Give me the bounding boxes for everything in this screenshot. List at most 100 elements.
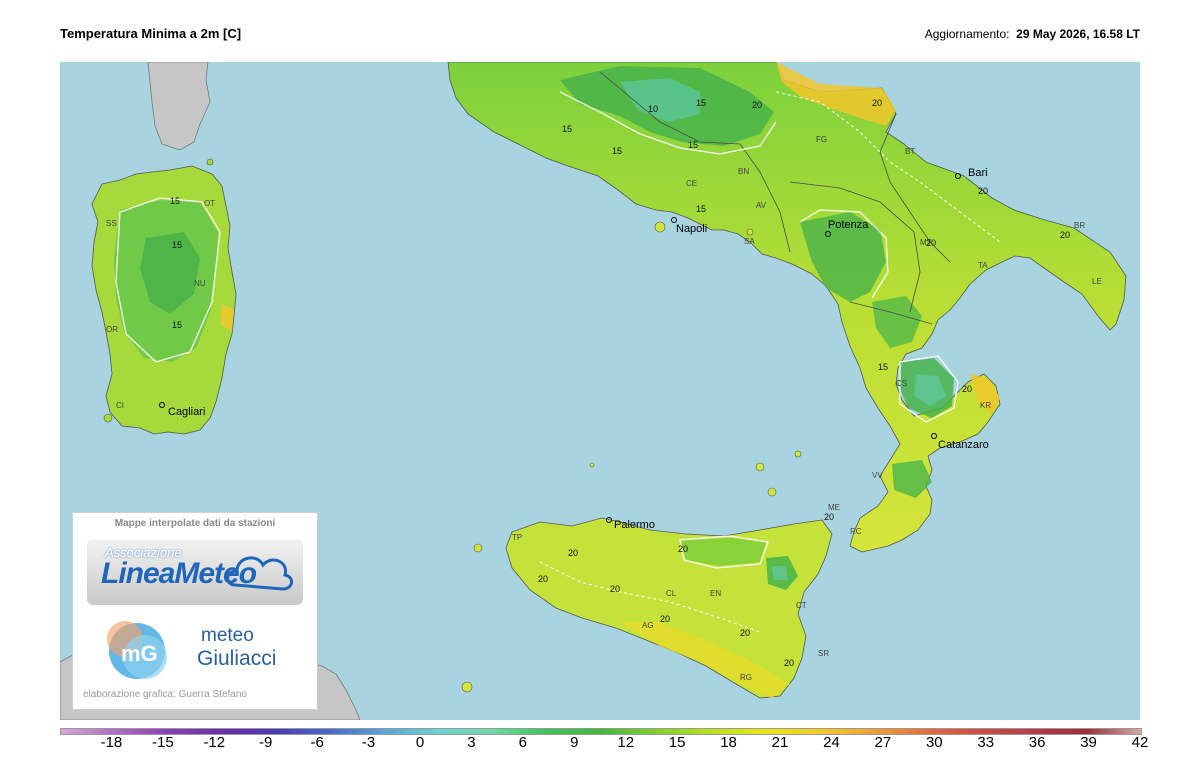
colorbar-tick: 27 (874, 734, 892, 751)
vulcano-island (767, 487, 777, 497)
province-label-ct: CT (796, 601, 807, 610)
isotherm-value-label: 20 (740, 628, 750, 638)
colorbar-tick: -15 (152, 734, 174, 751)
city-label-napoli: Napoli (676, 223, 707, 235)
colorbar-tick: 12 (617, 734, 635, 751)
province-label-me: ME (828, 503, 840, 512)
colorbar-tick: 33 (977, 734, 995, 751)
province-label-or: OR (106, 325, 118, 334)
update-label: Aggiornamento: (924, 27, 1010, 41)
update-value: 29 May 2026, 16.58 LT (1016, 27, 1140, 41)
province-label-cl: CL (666, 589, 677, 598)
capri-island (746, 228, 754, 236)
partner-logos-panel: Mappe interpolate dati da stazioni Assoc… (72, 512, 318, 710)
province-label-rc: RC (850, 527, 862, 536)
isotherm-value-label: 20 (978, 186, 988, 196)
graphics-credit: elaborazione grafica: Guerra Stefano (83, 689, 247, 700)
province-label-sa: SA (744, 237, 755, 246)
update-timestamp: Aggiornamento: 29 May 2026, 16.58 LT (925, 27, 1140, 41)
isotherm-value-label: 20 (610, 584, 620, 594)
isotherm-value-label: 20 (926, 238, 936, 248)
mainland-italy (447, 62, 1127, 553)
isotherm-value-label: 15 (688, 140, 698, 150)
colorbar-tick: -18 (100, 734, 123, 751)
ischia-island (654, 221, 666, 233)
isotherm-value-label: 15 (612, 146, 622, 156)
meteo-giuliacci-brand-line2: Giuliacci (197, 647, 277, 670)
city-label-cagliari: Cagliari (168, 406, 205, 418)
colorbar-tick: 15 (668, 734, 686, 751)
colorbar-tick: -3 (361, 734, 376, 751)
province-label-nu: NU (194, 279, 206, 288)
isotherm-value-label: 20 (962, 384, 972, 394)
province-label-kr: KR (980, 401, 991, 410)
sant-antioco-island (103, 413, 113, 423)
city-label-bari: Bari (968, 167, 988, 179)
colorbar-tick: 24 (823, 734, 840, 751)
map-title: Temperatura Minima a 2m [C] (60, 26, 242, 41)
province-label-sr: SR (818, 649, 829, 658)
mg-mark-text: mG (121, 641, 158, 666)
province-label-ci: CI (116, 401, 124, 410)
colorbar-tick: 21 (771, 734, 789, 751)
province-label-en: EN (710, 589, 721, 598)
colorbar-tick: 30 (925, 734, 943, 751)
province-label-ot: OT (204, 199, 215, 208)
isotherm-value-label: 20 (660, 614, 670, 624)
colorbar-tick: 6 (518, 734, 528, 751)
lipari-island (755, 462, 765, 472)
isotherm-value-label: 15 (562, 124, 572, 134)
city-label-palermo: Palermo (614, 519, 655, 531)
colorbar-tick: 0 (415, 734, 425, 751)
colorbar-tick: 36 (1028, 734, 1046, 751)
colorbar-tick: 18 (720, 734, 737, 751)
sicily-landmass (505, 517, 833, 699)
ustica-island (589, 462, 595, 468)
province-label-vv: VV (872, 471, 883, 480)
etna-cold-core (772, 566, 788, 580)
isotherm-value-label: 15 (170, 196, 180, 206)
province-label-av: AV (756, 201, 767, 210)
province-label-cs: CS (896, 379, 907, 388)
isotherm-value-label: 20 (752, 100, 762, 110)
province-label-le: LE (1092, 277, 1102, 286)
isotherm-value-label: 10 (648, 104, 658, 114)
province-label-rg: RG (740, 673, 752, 682)
colorbar-tick: 3 (467, 734, 476, 751)
meteo-giuliacci-logo-mark: mG (107, 621, 167, 679)
province-label-ta: TA (978, 261, 988, 270)
city-marker-napoli (671, 217, 677, 223)
corsica-landmass (147, 62, 211, 151)
caprera-island (206, 158, 214, 166)
egadi-island (473, 543, 483, 553)
isotherm-value-label: 20 (784, 658, 794, 668)
province-label-tp: TP (512, 533, 522, 542)
isotherm-value-label: 20 (568, 548, 578, 558)
colorbar-tick-labels: -18 -15 -12 -9 -6 -3 0 3 6 9 12 15 18 21 24 27 30 33 36 39 4… (60, 734, 1149, 764)
isotherm-value-label: 15 (878, 362, 888, 372)
isotherm-value-label: 20 (824, 512, 834, 522)
colorbar-tick: -9 (259, 734, 273, 751)
colorbar-tick: 39 (1080, 734, 1097, 751)
colorbar-tick: 42 (1131, 734, 1149, 751)
province-label-ss: SS (106, 219, 117, 228)
colorbar-tick: -6 (310, 734, 324, 751)
isotherm-value-label: 15 (696, 98, 706, 108)
isotherm-value-label: 15 (172, 240, 182, 250)
province-label-ce: CE (686, 179, 697, 188)
province-label-bt: BT (905, 147, 915, 156)
province-label-ag: AG (642, 621, 654, 630)
colorbar-tick: -12 (203, 734, 226, 751)
province-label-fg: FG (816, 135, 827, 144)
isotherm-value-label: 20 (538, 574, 548, 584)
isotherm-value-label: 20 (872, 98, 882, 108)
isotherm-value-label: 20 (1060, 230, 1070, 240)
linea-meteo-logo: Associazione LineaMeteo (87, 539, 303, 605)
pantelleria-island (461, 681, 473, 693)
isotherm-value-label: 15 (172, 320, 182, 330)
province-label-br: BR (1074, 221, 1085, 230)
colorbar-tick: 9 (570, 734, 579, 751)
interpolation-caption: Mappe interpolate dati da stazioni (114, 518, 276, 529)
city-label-potenza: Potenza (828, 219, 869, 231)
isotherm-value-label: 15 (696, 204, 706, 214)
